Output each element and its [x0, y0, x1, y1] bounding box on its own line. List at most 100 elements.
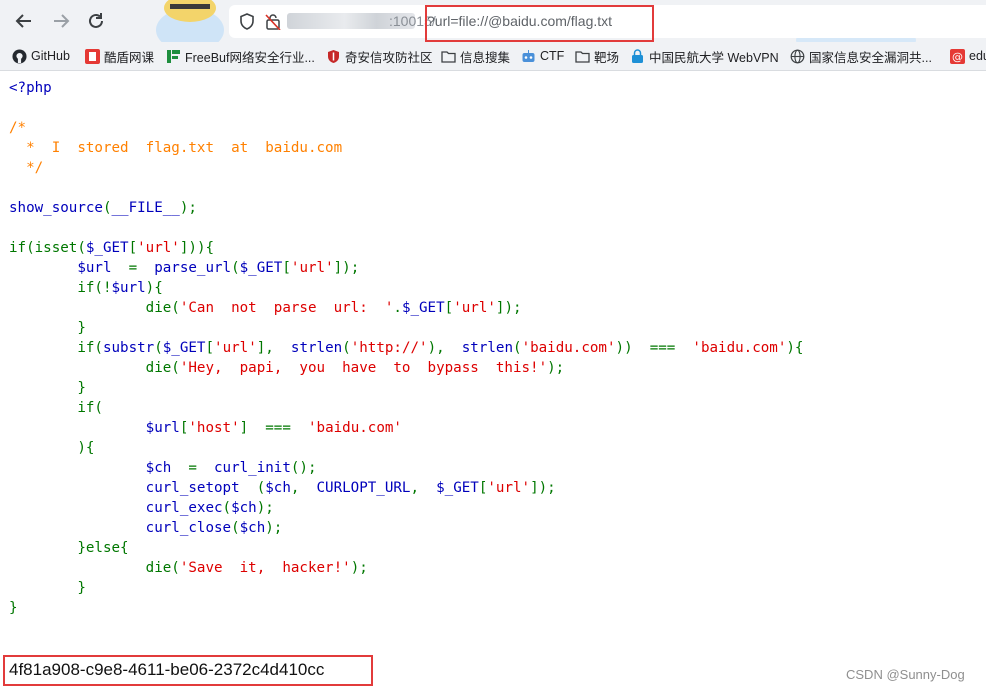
code-line: $ch = curl_init(); — [9, 458, 803, 478]
code-token: ( — [342, 340, 351, 356]
code-token: [ — [128, 240, 138, 256]
bookmark-label: 国家信息安全漏洞共... — [809, 50, 932, 65]
code-token: if( — [9, 400, 103, 416]
bookmark-freebuf[interactable]: FreeBuf网络安全行业... — [166, 47, 315, 65]
bookmark-kudun[interactable]: 酷盾网课 — [85, 47, 154, 65]
code-token: curl_init — [214, 460, 291, 476]
code-token: die( — [9, 360, 180, 376]
github-icon — [12, 48, 27, 64]
code-line: curl_close($ch); — [9, 518, 803, 538]
bookmark-cnvd[interactable]: 国家信息安全漏洞共... — [790, 47, 932, 65]
code-line: */ — [9, 158, 803, 178]
bookmark-edu[interactable]: @ edu — [950, 47, 986, 65]
code-token: ){ — [145, 280, 163, 296]
reload-button[interactable] — [82, 7, 110, 35]
code-token: 'baidu.com' — [692, 340, 787, 356]
code-token: ], — [256, 340, 291, 356]
code-token: curl_exec — [145, 500, 223, 516]
code-token: $_GET — [239, 260, 283, 276]
code-token: } — [9, 600, 18, 616]
back-button[interactable] — [10, 7, 38, 35]
code-token: = — [128, 260, 155, 276]
code-token: 'url' — [290, 260, 334, 276]
bookmark-label: FreeBuf网络安全行业... — [185, 50, 315, 65]
code-line: die('Hey, papi, you have to bypass this!… — [9, 358, 803, 378]
code-token: die( — [9, 560, 180, 576]
code-token: 'Hey, papi, you have to bypass this!' — [179, 360, 548, 376]
insecure-lock-icon[interactable] — [265, 13, 281, 30]
bookmark-github[interactable]: GitHub — [12, 47, 70, 65]
code-token: curl_close — [145, 520, 232, 536]
code-token: ), — [427, 340, 462, 356]
folder-icon — [441, 49, 456, 64]
code-line: if(substr($_GET['url'], strlen('http://'… — [9, 338, 803, 358]
code-token: /* — [9, 120, 27, 136]
code-token: , — [410, 480, 437, 496]
code-line: if(isset($_GET['url'])){ — [9, 238, 803, 258]
code-line: curl_setopt ($ch, CURLOPT_URL, $_GET['ur… — [9, 478, 803, 498]
code-token: ])){ — [179, 240, 215, 256]
forward-button[interactable] — [47, 7, 75, 35]
code-token: strlen — [290, 340, 343, 356]
code-token: ( — [256, 480, 266, 496]
code-token: } — [9, 580, 86, 596]
code-token: 'host' — [188, 420, 240, 436]
php-source-code: <?php /* * I stored flag.txt at baidu.com… — [9, 78, 803, 618]
code-token: , — [290, 480, 317, 496]
code-line: } — [9, 598, 803, 618]
code-token: } — [9, 320, 86, 336]
bookmark-ctf[interactable]: CTF — [521, 47, 564, 65]
code-token: $url — [77, 260, 129, 276]
bookmark-webvpn[interactable]: 中国民航大学 WebVPN — [630, 47, 779, 65]
folder-icon — [575, 49, 590, 64]
code-token: curl_setopt — [145, 480, 257, 496]
code-token: parse_url — [154, 260, 232, 276]
code-token: )) === — [615, 340, 693, 356]
code-token: 'Save it, hacker!' — [179, 560, 351, 576]
bookmark-range[interactable]: 靶场 — [575, 47, 619, 65]
code-token: ]); — [495, 300, 522, 316]
bookmark-label: 酷盾网课 — [104, 50, 155, 65]
code-line: $url['host'] === 'baidu.com' — [9, 418, 803, 438]
code-token: ]); — [333, 260, 360, 276]
code-token: (); — [290, 460, 317, 476]
code-token: __FILE__ — [111, 200, 180, 216]
code-line: } — [9, 578, 803, 598]
code-token: if( — [9, 340, 103, 356]
red-square-icon — [85, 48, 100, 64]
code-token: 'url' — [453, 300, 496, 316]
bookmark-qianxin[interactable]: 奇安信攻防社区 — [326, 47, 433, 65]
code-token: $ch — [145, 460, 189, 476]
back-arrow-icon — [15, 14, 31, 28]
code-token: . — [393, 300, 402, 316]
svg-text:@: @ — [952, 50, 963, 63]
code-token: $url — [111, 280, 146, 296]
code-token: $_GET — [401, 300, 445, 316]
bookmark-label: CTF — [540, 49, 565, 63]
code-token: ]); — [530, 480, 556, 496]
bookmark-info-gathering[interactable]: 信息搜集 — [441, 47, 510, 65]
code-token: CURLOPT_URL — [316, 480, 411, 496]
code-token: ); — [265, 520, 283, 536]
code-token: ); — [179, 200, 197, 216]
code-token: $url — [145, 420, 180, 436]
code-line: <?php — [9, 78, 803, 98]
code-token: $_GET — [436, 480, 479, 496]
code-line: show_source(__FILE__); — [9, 198, 803, 218]
code-token: $ch — [265, 480, 291, 496]
code-token: = — [188, 460, 215, 476]
code-token: show_source — [9, 200, 103, 216]
code-token: ); — [350, 560, 368, 576]
tracking-shield-icon[interactable] — [239, 13, 255, 30]
browser-toolbar: :10015/ ?url=file://@baidu.com/flag.txt — [0, 0, 986, 42]
code-token: 'http://' — [350, 340, 428, 356]
bookmarks-bar: GitHub 酷盾网课 FreeBuf网络安全行业... 奇安信攻防社区 信息搜… — [0, 42, 986, 71]
shield-icon — [326, 49, 341, 64]
code-token: ){ — [9, 440, 95, 456]
